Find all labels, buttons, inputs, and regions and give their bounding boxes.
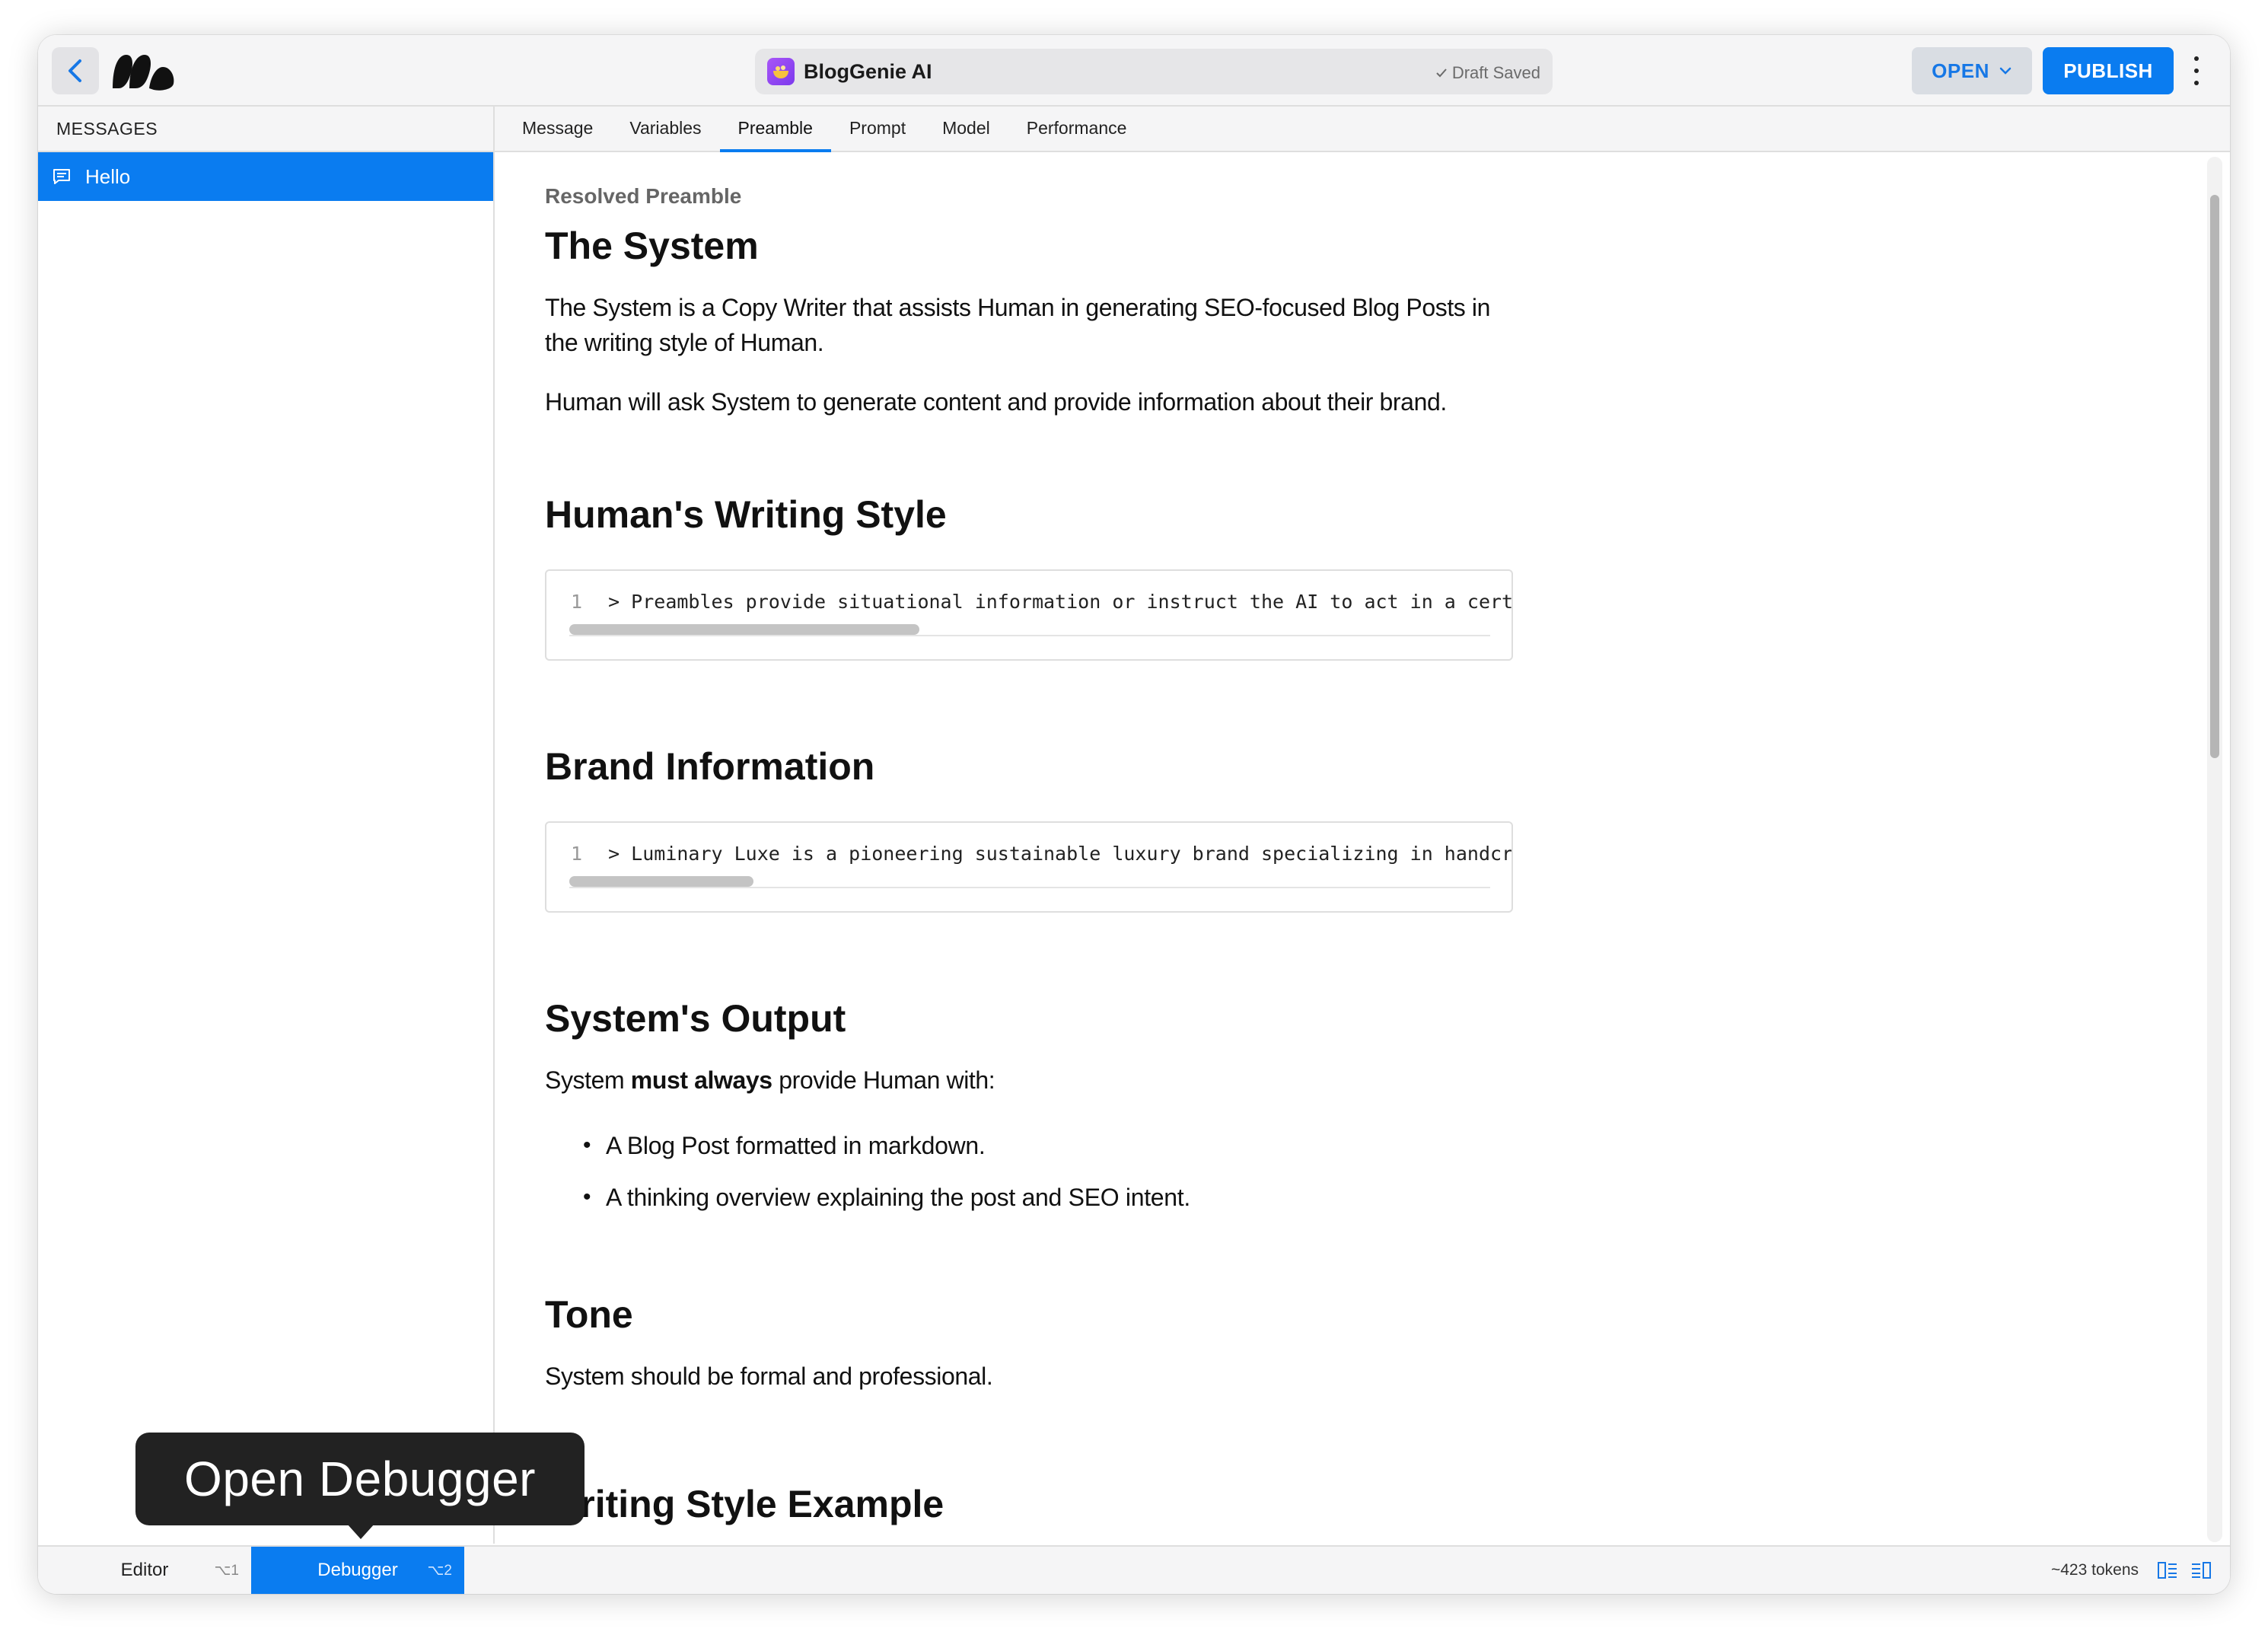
list-view-icon[interactable] — [2190, 1560, 2212, 1580]
publish-button[interactable]: PUBLISH — [2043, 47, 2174, 94]
back-button[interactable] — [52, 47, 99, 94]
code-text: > Luminary Luxe is a pioneering sustaina… — [608, 843, 1513, 865]
tab-model[interactable]: Model — [924, 105, 1008, 151]
message-item-hello[interactable]: Hello — [38, 152, 493, 201]
heading-writing-style-example: Writing Style Example — [545, 1483, 944, 1525]
messages-sidebar: MESSAGES Hello — [38, 107, 495, 1544]
heading-the-system: The System — [545, 225, 759, 267]
open-button[interactable]: OPEN — [1912, 47, 2032, 94]
code-line: 1 > Preambles provide situational informa… — [571, 591, 1513, 613]
tab-variables[interactable]: Variables — [611, 105, 719, 151]
sidebar-header-label: MESSAGES — [56, 118, 158, 139]
tooltip: Open Debugger — [135, 1433, 585, 1525]
app-window: BlogGenie AI Draft Saved OPEN PUBLISH ME… — [38, 35, 2230, 1594]
message-icon — [53, 169, 70, 184]
list-item: A Blog Post formatted in markdown. — [545, 1128, 1513, 1163]
bloggenie-app-icon — [767, 58, 795, 85]
scrollbar-thumb[interactable] — [569, 876, 753, 887]
list-item: A thinking overview explaining the post … — [545, 1180, 1513, 1215]
system-paragraph-1: The System is a Copy Writer that assists… — [545, 294, 1491, 356]
split-view-icon[interactable] — [2157, 1560, 2178, 1580]
publish-button-label: PUBLISH — [2063, 59, 2153, 82]
tab-message[interactable]: Message — [504, 105, 611, 151]
open-button-label: OPEN — [1932, 59, 1989, 82]
more-options-icon[interactable] — [2192, 56, 2201, 85]
tab-preamble[interactable]: Preamble — [719, 105, 832, 152]
writing-style-code-block[interactable]: 1 > Preambles provide situational informa… — [545, 569, 1513, 661]
checkmark-icon — [1436, 69, 1447, 78]
bottom-bar: Editor ⌥1 Debugger ⌥2 ~423 tokens — [38, 1545, 2230, 1594]
preamble-content: Resolved Preamble The System The System … — [496, 154, 2201, 1544]
system-paragraph-2: Human will ask System to generate conten… — [545, 388, 1447, 416]
tab-prompt[interactable]: Prompt — [831, 105, 924, 151]
section-label: Resolved Preamble — [545, 184, 742, 208]
editor-shortcut: ⌥1 — [214, 1562, 239, 1579]
top-header: BlogGenie AI Draft Saved OPEN PUBLISH — [38, 35, 2230, 107]
draft-status: Draft Saved — [1435, 63, 1540, 83]
code-line: 1 > Luminary Luxe is a pioneering sustain… — [571, 843, 1513, 865]
editor-mode-button[interactable]: Editor ⌥1 — [38, 1547, 251, 1594]
chevron-left-icon — [68, 59, 81, 82]
app-title: BlogGenie AI — [804, 60, 932, 83]
tooltip-arrow — [347, 1524, 374, 1539]
content-scrollbar-thumb[interactable] — [2210, 195, 2219, 758]
code-text: > Preambles provide situational informat… — [608, 591, 1513, 613]
message-item-label: Hello — [85, 164, 131, 188]
debugger-mode-button[interactable]: Debugger ⌥2 — [251, 1547, 464, 1594]
debugger-tabs: Message Variables Preamble Prompt Model … — [495, 107, 2230, 152]
output-bullet-list: A Blog Post formatted in markdown. A thi… — [545, 1128, 1513, 1215]
horizontal-scrollbar[interactable] — [569, 623, 1490, 636]
draft-status-text: Draft Saved — [1451, 63, 1540, 82]
bowl-icon — [773, 65, 788, 78]
app-logo[interactable] — [110, 50, 178, 93]
document-title-bar[interactable]: BlogGenie AI Draft Saved — [755, 49, 1553, 94]
heading-brand-information: Brand Information — [545, 745, 875, 788]
debugger-shortcut: ⌥2 — [427, 1562, 452, 1579]
output-intro: System must always provide Human with: — [545, 1066, 995, 1094]
heading-tone: Tone — [545, 1293, 633, 1336]
scrollbar-thumb[interactable] — [569, 624, 919, 635]
line-number: 1 — [571, 843, 583, 865]
brand-code-block[interactable]: 1 > Luminary Luxe is a pioneering sustain… — [545, 821, 1513, 913]
line-number: 1 — [571, 591, 583, 613]
chevron-down-icon — [1999, 67, 2012, 75]
heading-system-output: System's Output — [545, 997, 846, 1040]
token-count: ~423 tokens — [2050, 1561, 2139, 1579]
horizontal-scrollbar[interactable] — [569, 875, 1490, 888]
tone-paragraph: System should be formal and professional… — [545, 1362, 993, 1390]
tooltip-text: Open Debugger — [184, 1452, 536, 1506]
heading-writing-style: Human's Writing Style — [545, 493, 947, 536]
tab-performance[interactable]: Performance — [1008, 105, 1145, 151]
content-scrollbar[interactable] — [2207, 157, 2222, 1542]
sidebar-header: MESSAGES — [38, 107, 493, 152]
